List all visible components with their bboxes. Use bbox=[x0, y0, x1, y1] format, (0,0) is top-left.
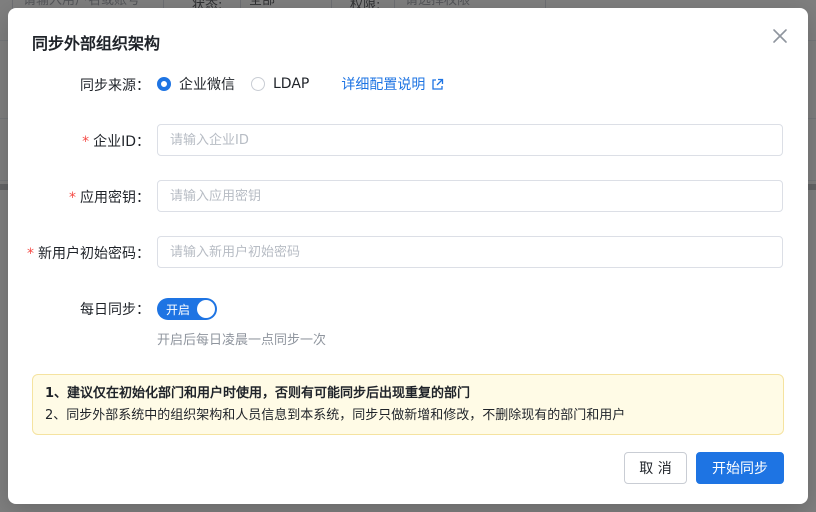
required-asterisk: * bbox=[27, 246, 34, 262]
daily-sync-switch[interactable]: 开启 bbox=[157, 298, 217, 320]
corp-id-label: * 企业ID bbox=[82, 131, 150, 151]
radio-unchecked-icon bbox=[251, 77, 265, 91]
sync-source-row: 同步来源 企业微信 LDAP 详细配置说明 bbox=[8, 74, 808, 94]
sync-notice: 1、建议仅在初始化部门和用户时使用，否则有可能同步后出现重复的部门 2、同步外部… bbox=[32, 374, 784, 435]
daily-sync-label: 每日同步 bbox=[80, 299, 150, 319]
radio-checked-icon bbox=[157, 77, 171, 91]
initial-password-row: * 新用户初始密码 bbox=[8, 236, 808, 268]
switch-on-label: 开启 bbox=[166, 303, 191, 317]
app-secret-row: * 应用密钥 bbox=[8, 180, 808, 212]
switch-knob bbox=[197, 300, 215, 318]
initial-password-label: * 新用户初始密码 bbox=[27, 243, 150, 263]
sync-org-dialog: 同步外部组织架构 同步来源 企业微信 LDAP 详细配置说明 bbox=[8, 8, 808, 504]
radio-wecom-label: 企业微信 bbox=[179, 77, 235, 93]
config-doc-link-label: 详细配置说明 bbox=[341, 77, 426, 93]
config-doc-link[interactable]: 详细配置说明 bbox=[341, 74, 444, 94]
app-secret-input[interactable] bbox=[157, 180, 783, 212]
notice-info-line: 2、同步外部系统中的组织架构和人员信息到本系统，同步只做新增和修改，不删除现有的… bbox=[45, 408, 626, 423]
app-secret-label: * 应用密钥 bbox=[69, 187, 150, 207]
daily-sync-hint: 开启后每日凌晨一点同步一次 bbox=[157, 333, 327, 348]
initial-password-input[interactable] bbox=[157, 236, 783, 268]
start-sync-button[interactable]: 开始同步 bbox=[696, 452, 784, 484]
corp-id-input[interactable] bbox=[157, 124, 783, 156]
close-icon[interactable] bbox=[772, 28, 788, 44]
corp-id-row: * 企业ID bbox=[8, 124, 808, 156]
external-link-icon bbox=[432, 78, 444, 90]
radio-wecom[interactable]: 企业微信 bbox=[157, 74, 235, 94]
required-asterisk: * bbox=[69, 190, 76, 206]
dialog-title: 同步外部组织架构 bbox=[32, 34, 161, 53]
radio-ldap-label: LDAP bbox=[273, 76, 310, 92]
cancel-button[interactable]: 取 消 bbox=[624, 452, 687, 484]
sync-source-label: 同步来源 bbox=[80, 75, 150, 95]
required-asterisk: * bbox=[82, 134, 90, 150]
radio-ldap[interactable]: LDAP bbox=[251, 76, 309, 92]
notice-warning-line: 1、建议仅在初始化部门和用户时使用，否则有可能同步后出现重复的部门 bbox=[45, 386, 471, 401]
daily-sync-row: 每日同步 开启 开启后每日凌晨一点同步一次 bbox=[8, 298, 808, 358]
sync-source-radio-group: 企业微信 LDAP 详细配置说明 bbox=[157, 74, 444, 94]
